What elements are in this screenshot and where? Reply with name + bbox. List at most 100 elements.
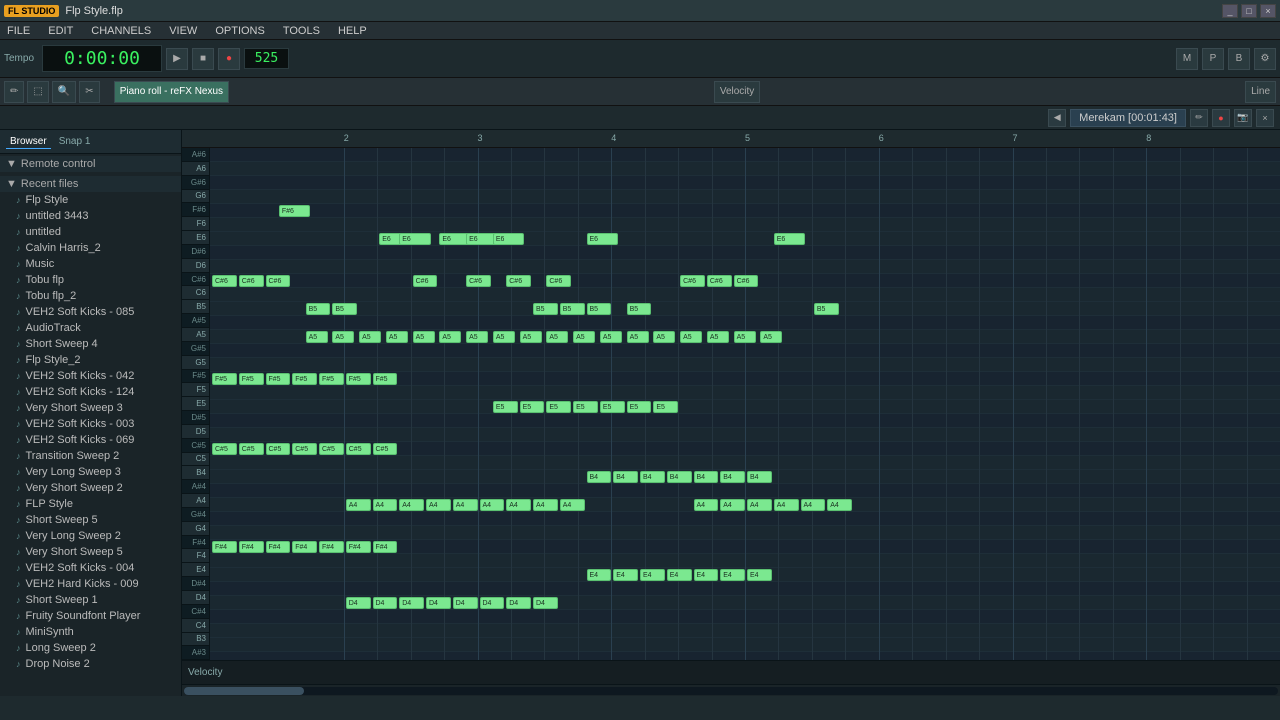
sidebar-item[interactable]: Short Sweep 1 (0, 592, 181, 608)
note[interactable]: C#6 (239, 275, 264, 287)
note[interactable]: E4 (587, 569, 612, 581)
settings-button[interactable]: ⚙ (1254, 48, 1276, 70)
piano-key-B4[interactable]: B4 (182, 466, 209, 480)
play-button[interactable]: ▶ (166, 48, 188, 70)
note[interactable]: A5 (332, 331, 354, 343)
note[interactable]: F#5 (292, 373, 317, 385)
note[interactable]: B4 (747, 471, 772, 483)
piano-key-D5[interactable]: D5 (182, 425, 209, 439)
note[interactable]: F#4 (346, 541, 371, 553)
sidebar-recent-files-header[interactable]: ▼ Recent files (0, 176, 181, 192)
piano-key-C5[interactable]: C5 (182, 453, 209, 467)
piano-key-A5[interactable]: A5 (182, 328, 209, 342)
note[interactable]: F#6 (279, 205, 310, 217)
sidebar-item[interactable]: VEH2 Soft Kicks - 085 (0, 304, 181, 320)
menu-channels[interactable]: CHANNELS (88, 25, 154, 37)
note[interactable]: A4 (346, 499, 371, 511)
note[interactable]: C#5 (212, 443, 237, 455)
sidebar-item[interactable]: Music (0, 256, 181, 272)
note[interactable]: C#6 (707, 275, 732, 287)
note[interactable]: B4 (667, 471, 692, 483)
horizontal-scrollbar[interactable] (182, 684, 1280, 696)
note[interactable]: F#4 (292, 541, 317, 553)
record-button[interactable]: ● (218, 48, 240, 70)
scrollbar-thumb[interactable] (184, 687, 304, 695)
note[interactable]: A4 (373, 499, 398, 511)
tool-delete[interactable]: ✂ (79, 81, 99, 103)
note[interactable]: B5 (814, 303, 839, 315)
piano-key-C6[interactable]: C6 (182, 286, 209, 300)
sidebar-item[interactable]: Fruity Soundfont Player (0, 608, 181, 624)
note[interactable]: B5 (587, 303, 612, 315)
sidebar-item[interactable]: Flp Style_2 (0, 352, 181, 368)
note[interactable]: E5 (520, 401, 545, 413)
note[interactable]: A5 (359, 331, 381, 343)
note[interactable]: A5 (520, 331, 542, 343)
merekam-camera[interactable]: 📷 (1234, 109, 1252, 127)
note[interactable]: C#6 (212, 275, 237, 287)
mixer-button[interactable]: M (1176, 48, 1198, 70)
note[interactable]: C#5 (346, 443, 371, 455)
merekam-close[interactable]: × (1256, 109, 1274, 127)
menu-view[interactable]: VIEW (166, 25, 200, 37)
note[interactable]: C#5 (373, 443, 398, 455)
piano-key-A4[interactable]: A4 (182, 494, 209, 508)
note[interactable]: A5 (600, 331, 622, 343)
sidebar-item[interactable]: Drop Noise 2 (0, 656, 181, 672)
piano-key-F6[interactable]: F6 (182, 217, 209, 231)
sidebar-item[interactable]: Very Short Sweep 5 (0, 544, 181, 560)
note[interactable]: B4 (587, 471, 612, 483)
piano-key-E6[interactable]: E6 (182, 231, 209, 245)
sidebar-item[interactable]: Very Short Sweep 3 (0, 400, 181, 416)
piano-roll-tab[interactable]: Piano roll - reFX Nexus (114, 81, 229, 103)
note[interactable]: A4 (801, 499, 826, 511)
sidebar-item[interactable]: Very Long Sweep 2 (0, 528, 181, 544)
sidebar-item[interactable]: Short Sweep 5 (0, 512, 181, 528)
note[interactable]: F#5 (239, 373, 264, 385)
note[interactable]: E6 (399, 233, 430, 245)
menu-help[interactable]: HELP (335, 25, 370, 37)
piano-key-G#4[interactable]: G#4 (182, 508, 209, 522)
note[interactable]: A4 (399, 499, 424, 511)
note[interactable]: D4 (480, 597, 505, 609)
note[interactable]: A4 (774, 499, 799, 511)
piano-key-D#6[interactable]: D#6 (182, 245, 209, 259)
piano-key-A#3[interactable]: A#3 (182, 646, 209, 660)
sidebar-item[interactable]: untitled (0, 224, 181, 240)
note[interactable]: F#5 (266, 373, 291, 385)
note[interactable]: E4 (694, 569, 719, 581)
sidebar-tab-snap[interactable]: Snap 1 (55, 135, 95, 148)
note[interactable]: E4 (720, 569, 745, 581)
sidebar-item[interactable]: Very Long Sweep 3 (0, 464, 181, 480)
note[interactable]: B5 (332, 303, 357, 315)
piano-key-G6[interactable]: G6 (182, 190, 209, 204)
sidebar-item[interactable]: VEH2 Hard Kicks - 009 (0, 576, 181, 592)
merekam-edit[interactable]: ✏ (1190, 109, 1208, 127)
piano-key-C#4[interactable]: C#4 (182, 605, 209, 619)
piano-key-F#6[interactable]: F#6 (182, 203, 209, 217)
piano-key-D#5[interactable]: D#5 (182, 411, 209, 425)
note[interactable]: E5 (546, 401, 571, 413)
scrollbar-track[interactable] (184, 687, 1278, 695)
note[interactable]: D4 (453, 597, 478, 609)
note[interactable]: C#5 (266, 443, 291, 455)
note[interactable]: C#6 (466, 275, 491, 287)
note[interactable]: A5 (546, 331, 568, 343)
note[interactable]: E5 (600, 401, 625, 413)
sidebar-item[interactable]: Tobu flp (0, 272, 181, 288)
minimize-button[interactable]: _ (1222, 4, 1238, 18)
note[interactable]: A4 (453, 499, 478, 511)
note[interactable]: C#5 (292, 443, 317, 455)
note[interactable]: F#5 (319, 373, 344, 385)
piano-key-A#4[interactable]: A#4 (182, 480, 209, 494)
piano-key-G#5[interactable]: G#5 (182, 342, 209, 356)
stop-button[interactable]: ■ (192, 48, 214, 70)
piano-key-D#4[interactable]: D#4 (182, 577, 209, 591)
piano-key-A#6[interactable]: A#6 (182, 148, 209, 162)
close-button[interactable]: × (1260, 4, 1276, 18)
note[interactable]: A5 (627, 331, 649, 343)
note[interactable]: E4 (667, 569, 692, 581)
note[interactable]: A5 (413, 331, 435, 343)
tool-zoom[interactable]: 🔍 (52, 81, 76, 103)
note[interactable]: E4 (640, 569, 665, 581)
